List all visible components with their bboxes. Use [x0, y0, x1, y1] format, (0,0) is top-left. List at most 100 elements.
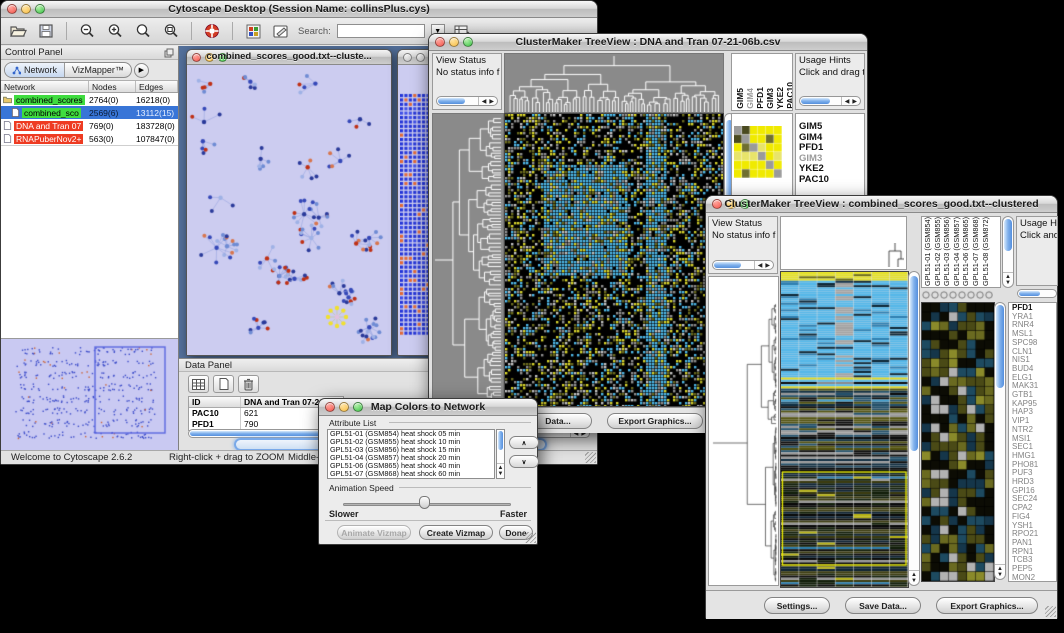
export-graphics-button[interactable]: Export Graphics...	[936, 597, 1038, 614]
row-dendrogram[interactable]	[709, 301, 778, 585]
network-view-titlebar[interactable]: combined_scores_good.txt--cluste...	[187, 50, 391, 65]
toolbar-separator	[191, 22, 192, 40]
heatmap-vscrollbar[interactable]: ▲▼	[908, 271, 920, 586]
scroll-down-icon[interactable]: ▼	[1005, 280, 1011, 286]
network-graph-canvas[interactable]	[187, 65, 391, 355]
zoom-fit-icon	[163, 23, 179, 39]
annotation-button[interactable]	[270, 21, 292, 41]
gene-list-item[interactable]: PFD1	[799, 143, 864, 154]
main-titlebar[interactable]: Cytoscape Desktop (Session Name: collins…	[1, 1, 597, 18]
settings-button[interactable]: Settings...	[764, 597, 830, 614]
zoom-vscrollbar[interactable]: ▲▼	[994, 302, 1006, 580]
view-status-panel: View Status No status info f ◀▶	[432, 53, 502, 110]
column-header-nodes[interactable]: Nodes	[89, 81, 136, 92]
scroll-right-icon[interactable]: ▶	[852, 98, 857, 105]
zoom-in-button[interactable]	[104, 21, 126, 41]
treeview1-titlebar[interactable]: ClusterMaker TreeView : DNA and Tran 07-…	[429, 34, 867, 51]
zoom-heatmap-canvas[interactable]	[921, 302, 995, 582]
column-labels: GPL51-01 (GSM854)GPL51-02 (GSM855)GPL51-…	[922, 217, 1000, 287]
tab-overflow-button[interactable]: ▶	[134, 63, 149, 78]
export-graphics-button[interactable]: Export Graphics...	[607, 413, 703, 429]
zoom-out-button[interactable]	[76, 21, 98, 41]
network-row[interactable]: DNA and Tran 07 769(0) 183728(0)	[1, 119, 178, 132]
network-view-window[interactable]: combined_scores_good.txt--cluste...	[186, 49, 392, 356]
tab-vizmapper[interactable]: VizMapper™	[65, 63, 131, 77]
float-panel-icon[interactable]	[164, 48, 174, 58]
status-welcome: Welcome to Cytoscape 2.6.2	[11, 452, 132, 463]
scroll-down-icon[interactable]: ▼	[498, 471, 504, 477]
network-row-selected[interactable]: combined_sco 2569(6) 13112(15)	[1, 106, 178, 119]
slower-label: Slower	[329, 509, 359, 519]
network-overview-panel[interactable]	[1, 338, 178, 450]
scroll-left-icon[interactable]: ◀	[482, 98, 487, 105]
similarity-matrix[interactable]	[734, 126, 782, 178]
save-data-button[interactable]: Save Data...	[845, 597, 921, 614]
scroll-down-icon[interactable]: ▼	[911, 578, 917, 584]
gene-list-item[interactable]: GIM5	[799, 122, 864, 133]
network-view-title: combined_scores_good.txt--cluste...	[187, 51, 391, 62]
search-input[interactable]	[337, 24, 425, 38]
row-dendrogram[interactable]	[432, 113, 504, 407]
dialog-title: Map Colors to Network	[319, 401, 537, 413]
open-session-button[interactable]	[7, 21, 29, 41]
column-header-network[interactable]: Network	[1, 81, 89, 92]
control-panel-tabs: Network VizMapper™ ▶	[1, 60, 178, 80]
new-attribute-button[interactable]	[213, 375, 234, 393]
gene-list-item[interactable]: MON2	[1012, 574, 1056, 582]
scroll-down-icon[interactable]: ▼	[997, 572, 1003, 578]
column-labels-vscrollbar[interactable]: ▲▼	[1002, 216, 1014, 288]
move-up-button[interactable]: ∧	[509, 436, 539, 449]
zoom-selected-button[interactable]	[132, 21, 154, 41]
folder-icon	[3, 95, 12, 104]
zoom-fit-button[interactable]	[160, 21, 182, 41]
resize-grip[interactable]	[525, 532, 536, 543]
treeview2-titlebar[interactable]: ClusterMaker TreeView : combined_scores_…	[706, 196, 1057, 213]
view-status-hscrollbar[interactable]: ◀▶	[436, 96, 498, 106]
column-dendrogram[interactable]	[504, 53, 724, 113]
attribute-item[interactable]: GPL51-07 (GSM868) heat shock 60 min	[330, 470, 494, 478]
scroll-left-icon[interactable]: ◀	[845, 98, 850, 105]
minimize-button[interactable]	[416, 53, 425, 62]
scroll-right-icon[interactable]: ▶	[489, 98, 494, 105]
network-table-header[interactable]: Network Nodes Edges	[1, 80, 178, 93]
column-label: GPL51-07 (GSM868)	[972, 217, 981, 286]
attribute-list-vscrollbar[interactable]: ▲▼	[496, 429, 505, 479]
vizmapper-button[interactable]	[242, 21, 264, 41]
scroll-right-icon[interactable]: ▶	[765, 262, 770, 269]
slider-thumb[interactable]	[419, 496, 430, 509]
column-header-id[interactable]: ID	[189, 397, 241, 407]
zoom-selected-icon	[135, 23, 151, 39]
gene-list-panel[interactable]: PFD1YRA1RNR4MSL1SPC98CLN1NIS1BUD4ELG1MAK…	[1008, 302, 1057, 582]
scroll-left-icon[interactable]: ◀	[758, 262, 763, 269]
gene-list-item[interactable]: YKE2	[799, 164, 864, 175]
network-row[interactable]: RNAPuberNov2+ 563(0) 107847(0)	[1, 132, 178, 145]
zoom-in-icon	[107, 23, 123, 39]
dialog-titlebar[interactable]: Map Colors to Network	[319, 399, 537, 416]
close-button[interactable]	[403, 53, 412, 62]
usage-hints-hscrollbar[interactable]: ◀▶	[799, 96, 861, 106]
select-attributes-button[interactable]	[188, 375, 209, 393]
resize-grip[interactable]	[1045, 606, 1056, 617]
network-nodes: 2569(6)	[89, 108, 136, 118]
control-panel-title: Control Panel	[5, 47, 63, 58]
view-status-hscrollbar[interactable]: ◀▶	[712, 260, 774, 270]
heatmap-canvas[interactable]	[504, 113, 724, 407]
save-session-button[interactable]	[35, 21, 57, 41]
usage-hints-hscrollbar[interactable]	[1017, 289, 1057, 298]
main-window-title: Cytoscape Desktop (Session Name: collins…	[1, 3, 597, 15]
column-header-edges[interactable]: Edges	[136, 81, 178, 92]
help-button[interactable]	[201, 21, 223, 41]
move-down-button[interactable]: ∨	[509, 455, 539, 468]
tab-network[interactable]: Network	[5, 63, 65, 77]
column-label: GPL51-01 (GSM854)	[924, 217, 933, 286]
animate-vizmap-button[interactable]: Animate Vizmap	[337, 525, 411, 540]
network-row[interactable]: combined_scores 2764(0) 16218(0)	[1, 93, 178, 106]
heatmap-canvas[interactable]	[780, 271, 909, 588]
network-nodes: 2764(0)	[89, 95, 136, 105]
resize-grip[interactable]	[585, 452, 596, 463]
search-label: Search:	[298, 26, 331, 37]
create-vizmap-button[interactable]: Create Vizmap	[419, 525, 493, 540]
delete-attribute-button[interactable]	[238, 375, 259, 393]
gene-list-item[interactable]: PAC10	[799, 175, 864, 186]
attribute-list[interactable]: GPL51-01 (GSM854) heat shock 05 minGPL51…	[327, 429, 495, 479]
